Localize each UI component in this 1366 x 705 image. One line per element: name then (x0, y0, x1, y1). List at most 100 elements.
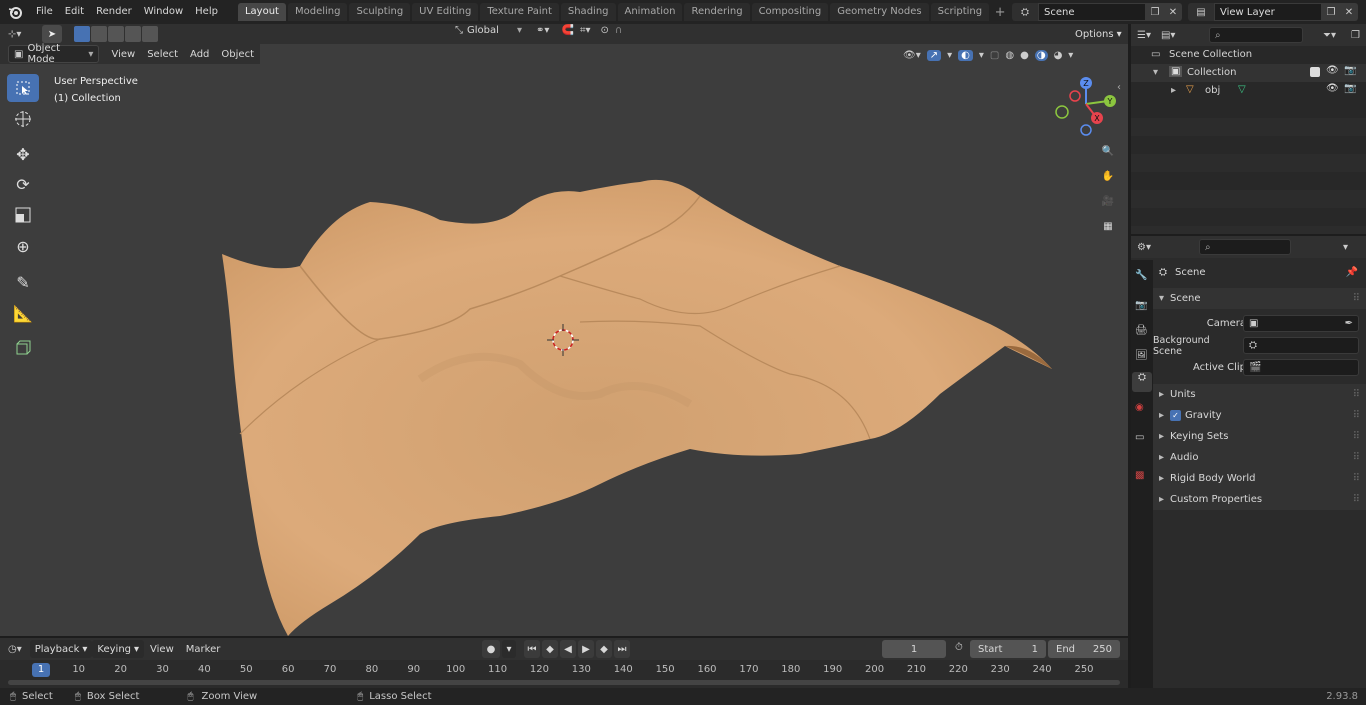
outliner-row[interactable]: ▸ ▽ obj ▽ 👁 📷 (1131, 82, 1366, 100)
proportional-edit-icon[interactable]: ⊙ (601, 25, 609, 36)
rotate-tool-icon[interactable]: ⟳ (7, 170, 39, 198)
chevron-down-icon[interactable]: ▾ (979, 50, 984, 61)
drag-handle-icon[interactable]: ⠿ (1353, 293, 1360, 304)
render-tab-icon[interactable]: 📷 (1135, 300, 1147, 311)
falloff-icon[interactable]: ∩ (615, 25, 622, 36)
scene-panel-header[interactable]: ▾ Scene ⠿ (1153, 288, 1366, 309)
delete-scene-icon[interactable]: ✕ (1164, 3, 1182, 21)
rigid-body-world-panel-header[interactable]: ▸ Rigid Body World ⠿ (1153, 468, 1366, 489)
menu-add[interactable]: Add (184, 49, 215, 60)
tab-uv-editing[interactable]: UV Editing (412, 3, 479, 21)
playback-menu[interactable]: Playback ▾ (29, 640, 93, 658)
timeline-scrollbar[interactable] (8, 680, 1120, 685)
play-icon[interactable]: ▶ (578, 640, 594, 658)
collection-tab-icon[interactable]: ▭ (1135, 432, 1144, 443)
solid-shading-icon[interactable]: ● (1020, 50, 1029, 61)
grid-view-icon[interactable]: ▦ (1097, 215, 1119, 237)
add-cube-tool-icon[interactable] (7, 334, 39, 362)
move-tool-icon[interactable]: ✥ (7, 140, 39, 168)
transform-tool-icon[interactable]: ⊕ (7, 232, 39, 260)
tab-geometry-nodes[interactable]: Geometry Nodes (830, 3, 929, 21)
view-layer-browse-icon[interactable]: ▤ (1188, 3, 1214, 21)
orientation-dropdown[interactable]: Global (467, 25, 517, 36)
editor-type-icon[interactable]: ◷▾ (8, 644, 22, 655)
snap-target-icon[interactable]: ⌗▾ (580, 25, 591, 36)
menu-render[interactable]: Render (90, 0, 138, 24)
tab-animation[interactable]: Animation (617, 3, 683, 21)
menu-file[interactable]: File (30, 0, 59, 24)
tab-modeling[interactable]: Modeling (287, 3, 348, 21)
scene-name-field[interactable]: Scene (1038, 3, 1146, 21)
menu-select[interactable]: Select (141, 49, 184, 60)
editor-type-icon[interactable]: ⊹▾ (8, 29, 36, 40)
camera-icon[interactable]: 📷 (1344, 65, 1356, 76)
editor-type-icon[interactable]: ☰▾ (1137, 30, 1151, 41)
current-frame-field[interactable]: 1 (882, 640, 946, 658)
wireframe-shading-icon[interactable]: ◍ (1005, 50, 1014, 61)
blender-logo-icon[interactable] (0, 0, 30, 24)
cursor-tool-icon[interactable] (7, 105, 39, 133)
menu-view[interactable]: View (105, 49, 141, 60)
active-clip-field[interactable]: 🎬 (1243, 359, 1359, 376)
pan-hand-icon[interactable]: ✋ (1097, 165, 1119, 187)
chevron-down-icon[interactable]: ▾ (1343, 242, 1348, 253)
jump-end-icon[interactable]: ⏭ (614, 640, 630, 658)
texture-tab-icon[interactable]: ▩ (1135, 470, 1144, 481)
menu-help[interactable]: Help (189, 0, 224, 24)
rendered-shading-icon[interactable]: ◕ (1054, 50, 1063, 61)
mode-dropdown[interactable]: ▣ Object Mode ▾ (8, 43, 100, 65)
view-layer-tab-icon[interactable]: 🖼 (1135, 350, 1148, 361)
scene-browse-icon[interactable]: ⛭ (1012, 3, 1038, 21)
zoom-icon[interactable]: 🔍 (1097, 140, 1119, 162)
drag-handle-icon[interactable]: ⠿ (1353, 389, 1360, 400)
pin-icon[interactable]: 📌 (1346, 267, 1358, 278)
chevron-down-icon[interactable]: ▾ (502, 640, 516, 658)
terrain-mesh[interactable] (0, 44, 1128, 636)
terrain-surface[interactable] (222, 179, 1052, 636)
camera-field[interactable]: ▣ ✒ (1243, 315, 1359, 332)
drag-handle-icon[interactable]: ⠿ (1353, 494, 1360, 505)
timeline-view-menu[interactable]: View (144, 644, 180, 655)
tab-sculpting[interactable]: Sculpting (349, 3, 411, 21)
add-workspace-icon[interactable]: + (991, 5, 1009, 20)
select-mode-icons[interactable] (74, 26, 158, 42)
annotate-tool-icon[interactable]: ✎ (7, 268, 39, 296)
outliner-row[interactable]: ▾ ▣ Collection 👁 📷 (1131, 64, 1366, 82)
keying-menu[interactable]: Keying ▾ (92, 640, 145, 658)
scale-tool-icon[interactable] (7, 201, 39, 229)
custom-properties-panel-header[interactable]: ▸ Custom Properties ⠿ (1153, 489, 1366, 510)
view-layer-field[interactable]: View Layer (1214, 3, 1322, 21)
start-frame-field[interactable]: Start 1 (970, 640, 1046, 658)
select-tool-icon[interactable]: ➤ (42, 25, 62, 43)
material-shading-icon[interactable]: ◑ (1034, 49, 1048, 61)
expand-arrow-icon[interactable]: ▸ (1171, 85, 1176, 96)
background-scene-field[interactable]: ⛭ (1243, 337, 1359, 354)
measure-tool-icon[interactable]: 📐 (7, 299, 39, 327)
clock-icon[interactable]: ⏱ (955, 642, 963, 653)
xray-icon[interactable]: ▢ (990, 50, 999, 61)
menu-object[interactable]: Object (215, 49, 260, 60)
tab-texture-paint[interactable]: Texture Paint (480, 3, 559, 21)
gizmo-toggle-icon[interactable]: ↗ (926, 49, 942, 61)
mesh-data-icon[interactable]: ▽ (1238, 84, 1246, 95)
visibility-icon[interactable]: 👁▾ (903, 50, 921, 61)
eye-icon[interactable]: 👁 (1326, 83, 1339, 94)
output-tab-icon[interactable]: 🖨 (1135, 325, 1148, 336)
outliner-search-input[interactable]: ⌕ (1209, 27, 1303, 43)
chevron-down-icon[interactable]: ▾ (947, 50, 952, 61)
drag-handle-icon[interactable]: ⠿ (1353, 452, 1360, 463)
menu-window[interactable]: Window (138, 0, 189, 24)
camera-view-icon[interactable]: 🎥 (1097, 190, 1119, 212)
prev-keyframe-icon[interactable]: ◆ (542, 640, 558, 658)
tool-tab-icon[interactable]: 🔧 (1135, 270, 1147, 281)
display-mode-icon[interactable]: ▤▾ (1161, 30, 1175, 41)
expand-arrow-icon[interactable]: ▾ (1153, 67, 1158, 78)
drag-handle-icon[interactable]: ⠿ (1353, 410, 1360, 421)
overlay-toggle-icon[interactable]: ◐ (958, 49, 973, 61)
camera-icon[interactable]: 📷 (1344, 83, 1356, 94)
keying-sets-panel-header[interactable]: ▸ Keying Sets ⠿ (1153, 426, 1366, 447)
delete-view-layer-icon[interactable]: ✕ (1340, 3, 1358, 21)
exclude-checkbox[interactable] (1310, 67, 1320, 77)
3d-viewport[interactable]: User Perspective (1) Collection ✥ ⟳ ⊕ ✎ … (0, 44, 1128, 636)
options-button[interactable]: Options ▾ (1070, 25, 1122, 43)
